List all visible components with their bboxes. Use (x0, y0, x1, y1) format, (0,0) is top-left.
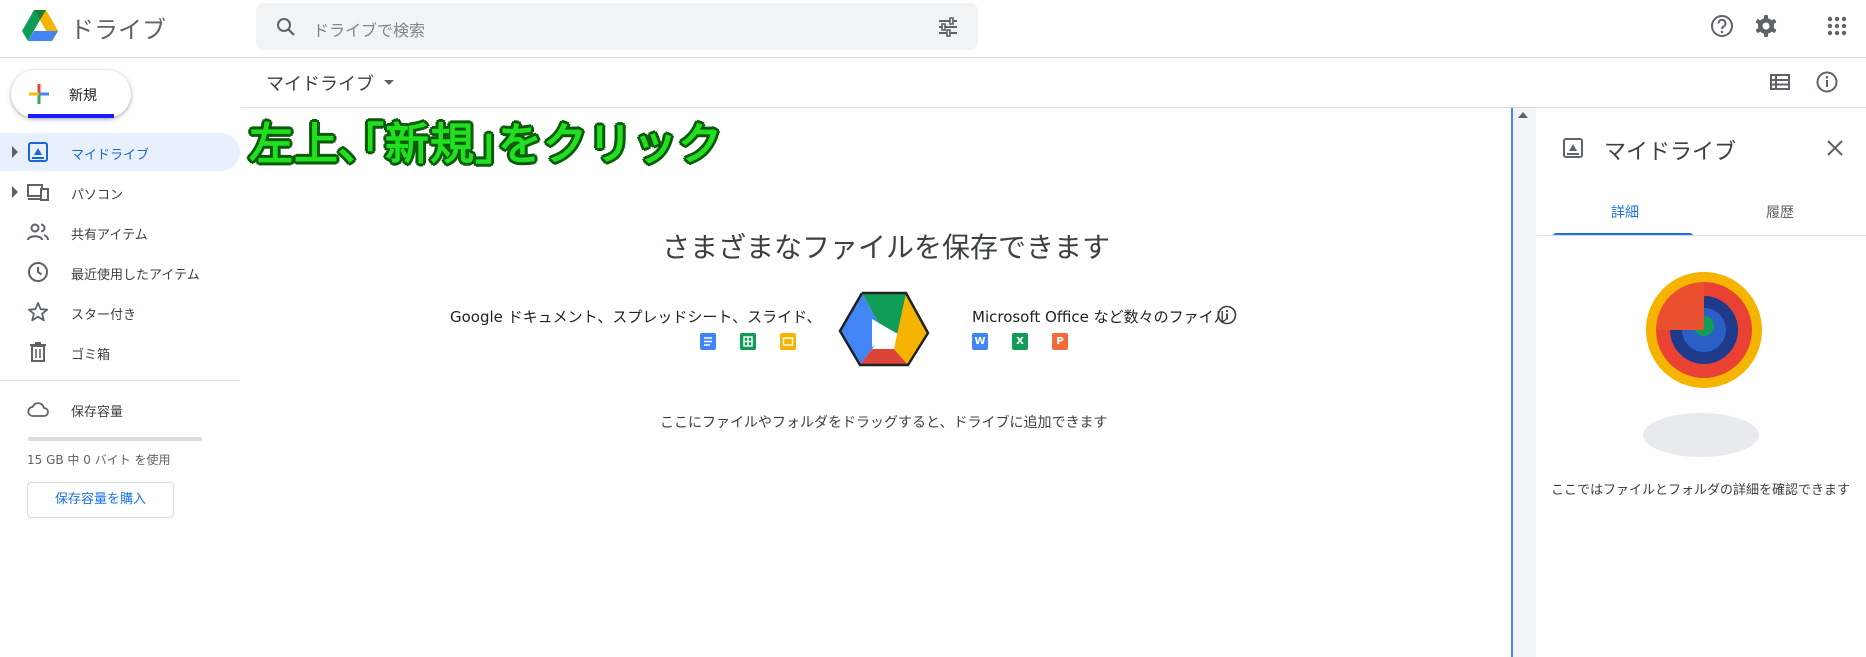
google-slides-icon (780, 333, 796, 350)
storage-label: 保存容量 (71, 405, 124, 420)
list-view-icon[interactable] (1768, 70, 1792, 94)
illustration-shadow (1643, 413, 1759, 457)
sidebar-item-storage[interactable]: 保存容量 (0, 390, 240, 428)
new-button[interactable]: 新規 (11, 70, 131, 118)
plus-icon (29, 84, 49, 104)
sidebar-item-shared[interactable]: 共有アイテム (0, 213, 240, 251)
scrollbar[interactable] (1511, 108, 1536, 657)
chevron-down-icon[interactable] (384, 80, 394, 85)
google-docs-icon (700, 333, 716, 350)
google-sheets-icon (740, 333, 756, 350)
sidebar-item-computers[interactable]: パソコン (0, 173, 240, 211)
powerpoint-icon: P (1052, 333, 1068, 350)
app-title: ドライブ (70, 16, 166, 44)
storage-usage-text: 15 GB 中 0 バイト を使用 (27, 453, 171, 467)
my-drive-icon (28, 142, 48, 162)
empty-state-title: さまざまなファイルを保存できます (662, 231, 1111, 264)
tab-activity[interactable]: 履歴 (1766, 202, 1794, 222)
computers-icon (27, 184, 49, 201)
star-icon (27, 302, 49, 322)
details-pane: マイドライブ 詳細 履歴 ここではファイルとフォルダの詳細を確認できます (1537, 108, 1866, 657)
microsoft-file-types-text: Microsoft Office など数々のファイル (972, 308, 1229, 326)
tab-divider (1537, 235, 1866, 236)
breadcrumb-my-drive[interactable]: マイドライブ (266, 70, 374, 96)
storage-progress-bar (28, 437, 202, 441)
info-icon[interactable] (1815, 70, 1839, 94)
search-icon[interactable] (274, 15, 298, 39)
sidebar-item-trash[interactable]: ゴミ箱 (0, 333, 240, 371)
buy-storage-button[interactable]: 保存容量を購入 (27, 482, 174, 518)
sidebar-item-label: スター付き (71, 308, 137, 323)
sidebar-item-starred[interactable]: スター付き (0, 293, 240, 331)
excel-icon: X (1012, 333, 1028, 350)
main-toolbar: マイドライブ (241, 58, 1866, 108)
sidebar-item-label: 最近使用したアイテム (71, 268, 200, 283)
drop-hint-text: ここにファイルやフォルダをドラッグすると、ドライブに追加できます (660, 415, 1108, 431)
search-options-icon[interactable] (936, 15, 960, 39)
word-icon: W (972, 333, 988, 350)
sidebar-item-my-drive[interactable]: マイドライブ (0, 133, 240, 171)
close-icon[interactable] (1824, 137, 1846, 159)
tab-details[interactable]: 詳細 (1611, 202, 1639, 222)
info-icon[interactable] (1217, 305, 1237, 325)
highlight-underline (28, 114, 114, 118)
recent-icon (28, 262, 48, 282)
google-drive-logo[interactable] (20, 6, 60, 46)
scroll-up-icon[interactable] (1518, 112, 1528, 118)
top-bar: ドライブ ドライブで検索 (0, 0, 1866, 58)
my-drive-icon (1563, 138, 1583, 158)
sidebar-item-label: 共有アイテム (71, 228, 148, 243)
apps-icon[interactable] (1824, 13, 1850, 39)
drive-illustration (838, 291, 930, 367)
search-input[interactable]: ドライブで検索 (313, 17, 425, 41)
sidebar-divider (0, 380, 240, 381)
expand-arrow-icon[interactable] (12, 146, 18, 158)
shared-icon (27, 223, 49, 241)
help-icon[interactable] (1709, 13, 1735, 39)
search-box[interactable]: ドライブで検索 (256, 3, 978, 50)
sidebar-item-recent[interactable]: 最近使用したアイテム (0, 253, 240, 291)
settings-icon[interactable] (1753, 13, 1779, 39)
details-pane-title: マイドライブ (1604, 140, 1737, 165)
instruction-annotation: 左上､｢新規｣をクリック (249, 119, 723, 170)
expand-arrow-icon[interactable] (12, 186, 18, 198)
trash-icon (30, 342, 46, 362)
sidebar-item-label: マイドライブ (71, 148, 150, 163)
details-pane-hint: ここではファイルとフォルダの詳細を確認できます (1551, 483, 1851, 498)
cloud-icon (27, 402, 49, 417)
sidebar-item-label: ゴミ箱 (71, 348, 111, 363)
google-file-types-text: Google ドキュメント、スプレッドシート、スライド、 (450, 308, 822, 326)
sidebar-item-label: パソコン (71, 188, 124, 203)
new-button-label: 新規 (69, 88, 97, 104)
empty-details-illustration (1646, 272, 1762, 388)
